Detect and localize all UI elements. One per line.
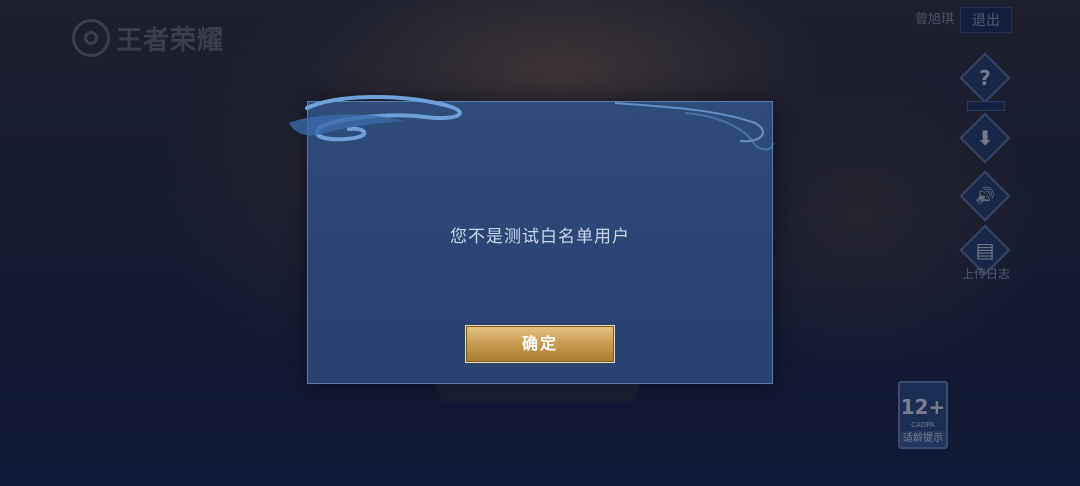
confirm-button[interactable]: 确定	[465, 325, 615, 363]
dialog-message: 您不是测试白名单用户	[450, 227, 630, 247]
